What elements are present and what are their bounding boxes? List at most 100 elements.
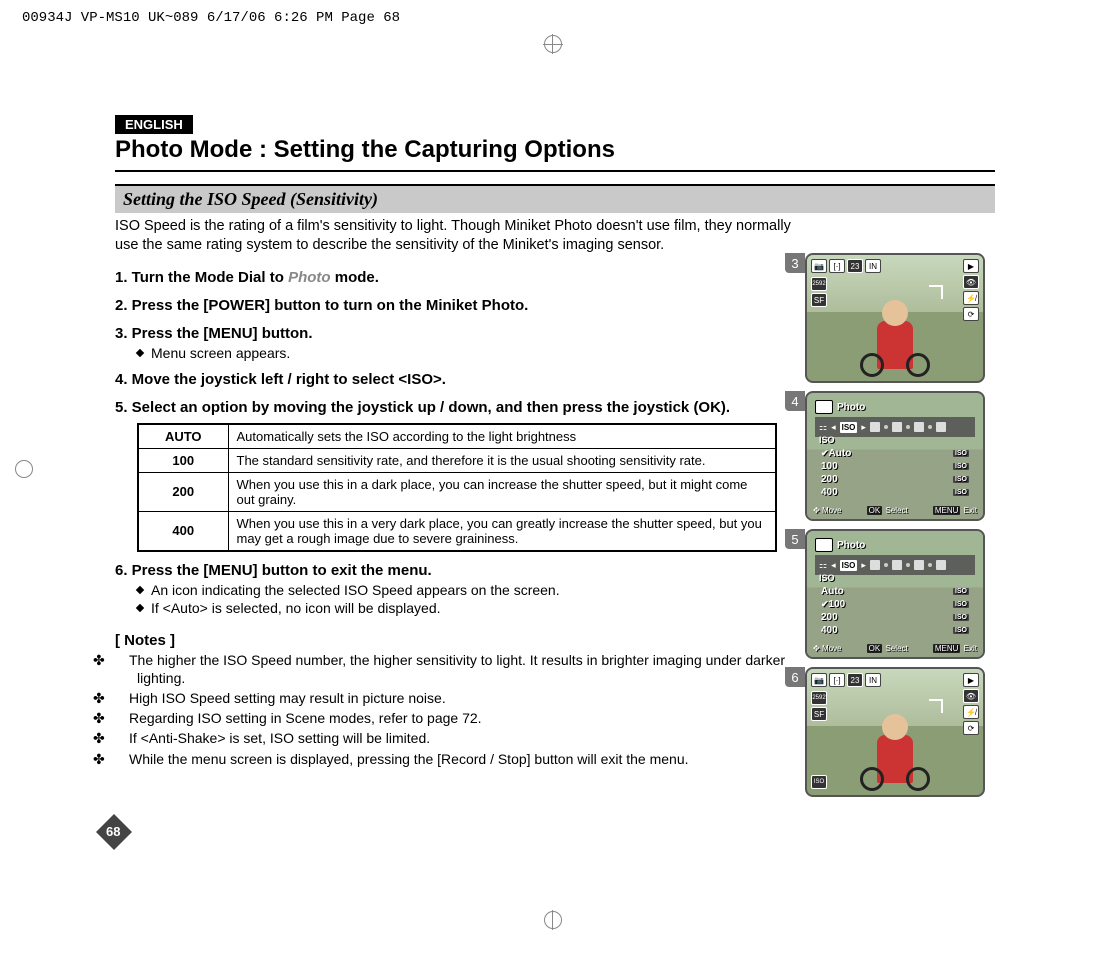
step-1-pre: 1. Turn the Mode Dial to bbox=[115, 269, 288, 286]
screenshot-4: Photo ⚏◂ ISO ▸ ISO ✔AutoISO 100ISO 200IS… bbox=[805, 391, 985, 521]
note-text: The higher the ISO Speed number, the hig… bbox=[129, 652, 785, 686]
menu-item-400: 400ISO bbox=[819, 624, 971, 637]
iso-desc-200: When you use this in a dark place, you c… bbox=[228, 472, 776, 511]
foot-select: OK Select bbox=[867, 644, 908, 653]
camera-icon bbox=[815, 400, 833, 414]
step-3-sub-text: Menu screen appears. bbox=[151, 345, 290, 361]
table-row: 200When you use this in a dark place, yo… bbox=[138, 472, 776, 511]
screenshot-number-3: 3 bbox=[785, 253, 805, 273]
drive-icon bbox=[936, 560, 946, 570]
menu-item-auto: AutoISO bbox=[819, 585, 971, 598]
iso-key-200: 200 bbox=[138, 472, 228, 511]
menu-item-200: 200ISO bbox=[819, 473, 971, 486]
diamond-icon bbox=[136, 348, 144, 356]
menu-item-auto: ✔AutoISO bbox=[819, 447, 971, 460]
menu-item-100: ✔100ISO bbox=[819, 598, 971, 611]
note-text: High ISO Speed setting may result in pic… bbox=[129, 690, 446, 706]
page-number-badge: 68 bbox=[96, 814, 132, 850]
note-item: ✤While the menu screen is displayed, pre… bbox=[115, 750, 795, 768]
foot-move: ✥ Move bbox=[813, 644, 842, 653]
note-text: If <Anti-Shake> is set, ISO setting will… bbox=[129, 730, 430, 746]
flash-icon bbox=[914, 560, 924, 570]
intro-text: ISO Speed is the rating of a film's sens… bbox=[115, 217, 795, 255]
flash-icon bbox=[914, 422, 924, 432]
section-subtitle: Setting the ISO Speed (Sensitivity) bbox=[115, 184, 995, 213]
iso-desc-400: When you use this in a very dark place, … bbox=[228, 511, 776, 551]
screenshot-3: 📷 [·] 23 IN ▶ 👁 ⚡̸ ⟳ 2592 SF bbox=[805, 253, 985, 383]
iso-key-auto: AUTO bbox=[138, 424, 228, 449]
flash-off-icon: ⚡̸ bbox=[963, 705, 979, 719]
step-3-sub: Menu screen appears. bbox=[137, 345, 795, 361]
step-1-mode-word: Photo bbox=[288, 269, 331, 286]
shots-remaining: 23 bbox=[847, 673, 863, 687]
iso-desc-100: The standard sensitivity rate, and there… bbox=[228, 448, 776, 472]
step-1-post: mode. bbox=[331, 269, 379, 286]
eye-icon: 👁 bbox=[963, 689, 979, 703]
step-6-sub1-text: An icon indicating the selected ISO Spee… bbox=[151, 582, 560, 598]
note-item: ✤Regarding ISO setting in Scene modes, r… bbox=[115, 709, 795, 727]
language-tag: ENGLISH bbox=[115, 115, 193, 134]
timer-icon: ⟳ bbox=[963, 307, 979, 321]
memory-icon: IN bbox=[865, 259, 881, 273]
step-6-sub1: An icon indicating the selected ISO Spee… bbox=[137, 582, 795, 598]
memory-icon: IN bbox=[865, 673, 881, 687]
note-text: While the menu screen is displayed, pres… bbox=[129, 751, 689, 767]
menu-item-400: 400ISO bbox=[819, 486, 971, 499]
foot-exit: MENU Exit bbox=[933, 644, 977, 653]
play-icon: ▶ bbox=[963, 259, 979, 273]
crop-mark-icon bbox=[15, 460, 33, 478]
step-2: 2. Press the [POWER] button to turn on t… bbox=[115, 297, 528, 314]
menu-list: ✔AutoISO 100ISO 200ISO 400ISO bbox=[819, 447, 971, 499]
macro-icon bbox=[892, 560, 902, 570]
screenshot-number-5: 5 bbox=[785, 529, 805, 549]
shots-remaining: 23 bbox=[847, 259, 863, 273]
screenshot-5: Photo ⚏◂ ISO ▸ ISO AutoISO ✔100ISO 200IS… bbox=[805, 529, 985, 659]
crop-mark-icon bbox=[544, 911, 562, 929]
eye-icon: 👁 bbox=[963, 275, 979, 289]
foot-exit: MENU Exit bbox=[933, 506, 977, 515]
print-header: 00934J VP-MS10 UK~089 6/17/06 6:26 PM Pa… bbox=[22, 10, 400, 26]
flash-off-icon: ⚡̸ bbox=[963, 291, 979, 305]
menu-sublabel: ISO bbox=[819, 573, 835, 583]
camera-icon bbox=[815, 538, 833, 552]
note-text: Regarding ISO setting in Scene modes, re… bbox=[129, 710, 482, 726]
iso-key-100: 100 bbox=[138, 448, 228, 472]
menu-title: Photo bbox=[837, 540, 865, 551]
menu-list: AutoISO ✔100ISO 200ISO 400ISO bbox=[819, 585, 971, 637]
step-3: 3. Press the [MENU] button. bbox=[115, 325, 313, 342]
camera-icon: 📷 bbox=[811, 259, 827, 273]
timer-icon: ⟳ bbox=[963, 721, 979, 735]
diamond-icon bbox=[136, 603, 144, 611]
note-item: ✤High ISO Speed setting may result in pi… bbox=[115, 689, 795, 707]
screenshot-number-6: 6 bbox=[785, 667, 805, 687]
crop-mark-icon bbox=[544, 35, 562, 53]
macro-icon bbox=[892, 422, 902, 432]
screenshot-6: 📷 [·] 23 IN ▶ 👁 ⚡̸ ⟳ 2592 SF bbox=[805, 667, 985, 797]
table-row: 100The standard sensitivity rate, and th… bbox=[138, 448, 776, 472]
menu-item-100: 100ISO bbox=[819, 460, 971, 473]
play-icon: ▶ bbox=[963, 673, 979, 687]
foot-move: ✥ Move bbox=[813, 506, 842, 515]
diamond-icon bbox=[136, 585, 144, 593]
step-6-sub2: If <Auto> is selected, no icon will be d… bbox=[137, 600, 795, 616]
page-title: Photo Mode : Setting the Capturing Optio… bbox=[115, 136, 995, 172]
menu-title: Photo bbox=[837, 402, 865, 413]
screenshot-column: 3 📷 [·] 23 IN ▶ 👁 ⚡̸ ⟳ bbox=[805, 253, 995, 805]
drive-icon bbox=[936, 422, 946, 432]
step-6-sub2-text: If <Auto> is selected, no icon will be d… bbox=[151, 600, 441, 616]
menu-tab-iso: ISO bbox=[840, 560, 858, 571]
menu-tab-iso: ISO bbox=[840, 422, 858, 433]
focus-icon: [·] bbox=[829, 259, 845, 273]
screenshot-number-4: 4 bbox=[785, 391, 805, 411]
focus-icon: [·] bbox=[829, 673, 845, 687]
table-row: AUTOAutomatically sets the ISO according… bbox=[138, 424, 776, 449]
menu-tab-row: ⚏◂ ISO ▸ bbox=[815, 417, 975, 437]
menu-item-200: 200ISO bbox=[819, 611, 971, 624]
menu-tab-row: ⚏◂ ISO ▸ bbox=[815, 555, 975, 575]
foot-select: OK Select bbox=[867, 506, 908, 515]
note-item: ✤If <Anti-Shake> is set, ISO setting wil… bbox=[115, 729, 795, 747]
step-1: 1. Turn the Mode Dial to Photo mode. bbox=[115, 269, 379, 286]
step-5: 5. Select an option by moving the joysti… bbox=[115, 399, 730, 416]
camera-icon: 📷 bbox=[811, 673, 827, 687]
note-item: ✤The higher the ISO Speed number, the hi… bbox=[115, 651, 795, 687]
